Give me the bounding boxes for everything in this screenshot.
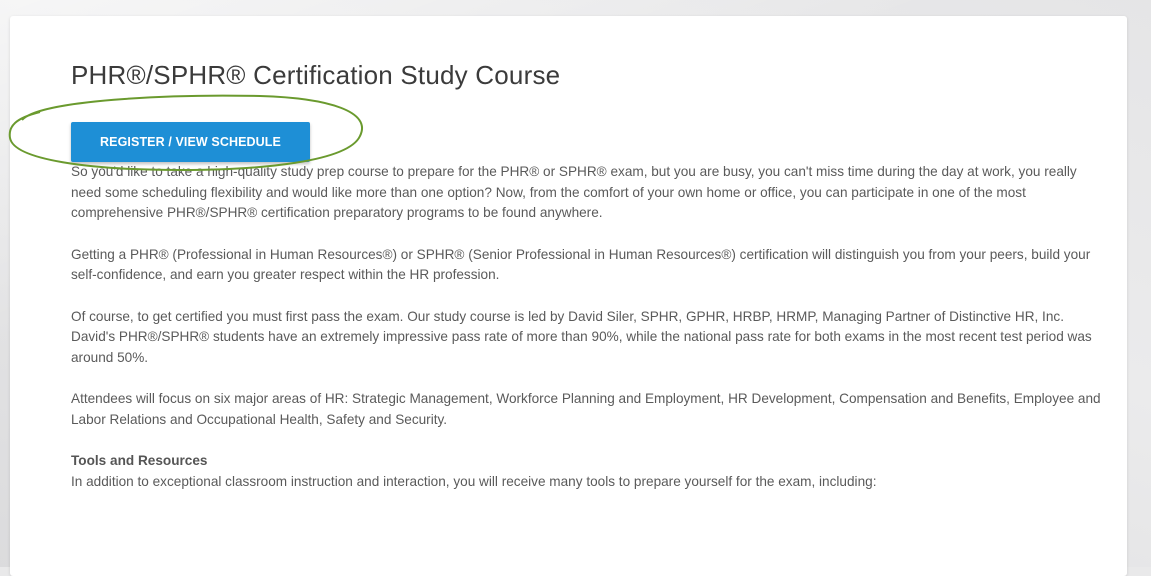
content-card: PHR®/SPHR® Certification Study Course RE…: [10, 16, 1127, 576]
register-view-schedule-button[interactable]: REGISTER / VIEW SCHEDULE: [71, 122, 310, 162]
page-title: PHR®/SPHR® Certification Study Course: [71, 60, 561, 90]
course-description: So you'd like to take a high-quality stu…: [71, 162, 1101, 492]
instructor-paragraph: Of course, to get certified you must fir…: [71, 308, 1092, 365]
focus-areas-paragraph: Attendees will focus on six major areas …: [71, 391, 1101, 427]
tools-intro: In addition to exceptional classroom ins…: [71, 473, 877, 489]
certification-benefits-paragraph: Getting a PHR® (Professional in Human Re…: [71, 246, 1091, 283]
tools-heading: Tools and Resources: [71, 453, 208, 468]
tools-section: Tools and Resources In addition to excep…: [71, 451, 1101, 492]
intro-paragraph: So you'd like to take a high-quality stu…: [71, 164, 1077, 220]
